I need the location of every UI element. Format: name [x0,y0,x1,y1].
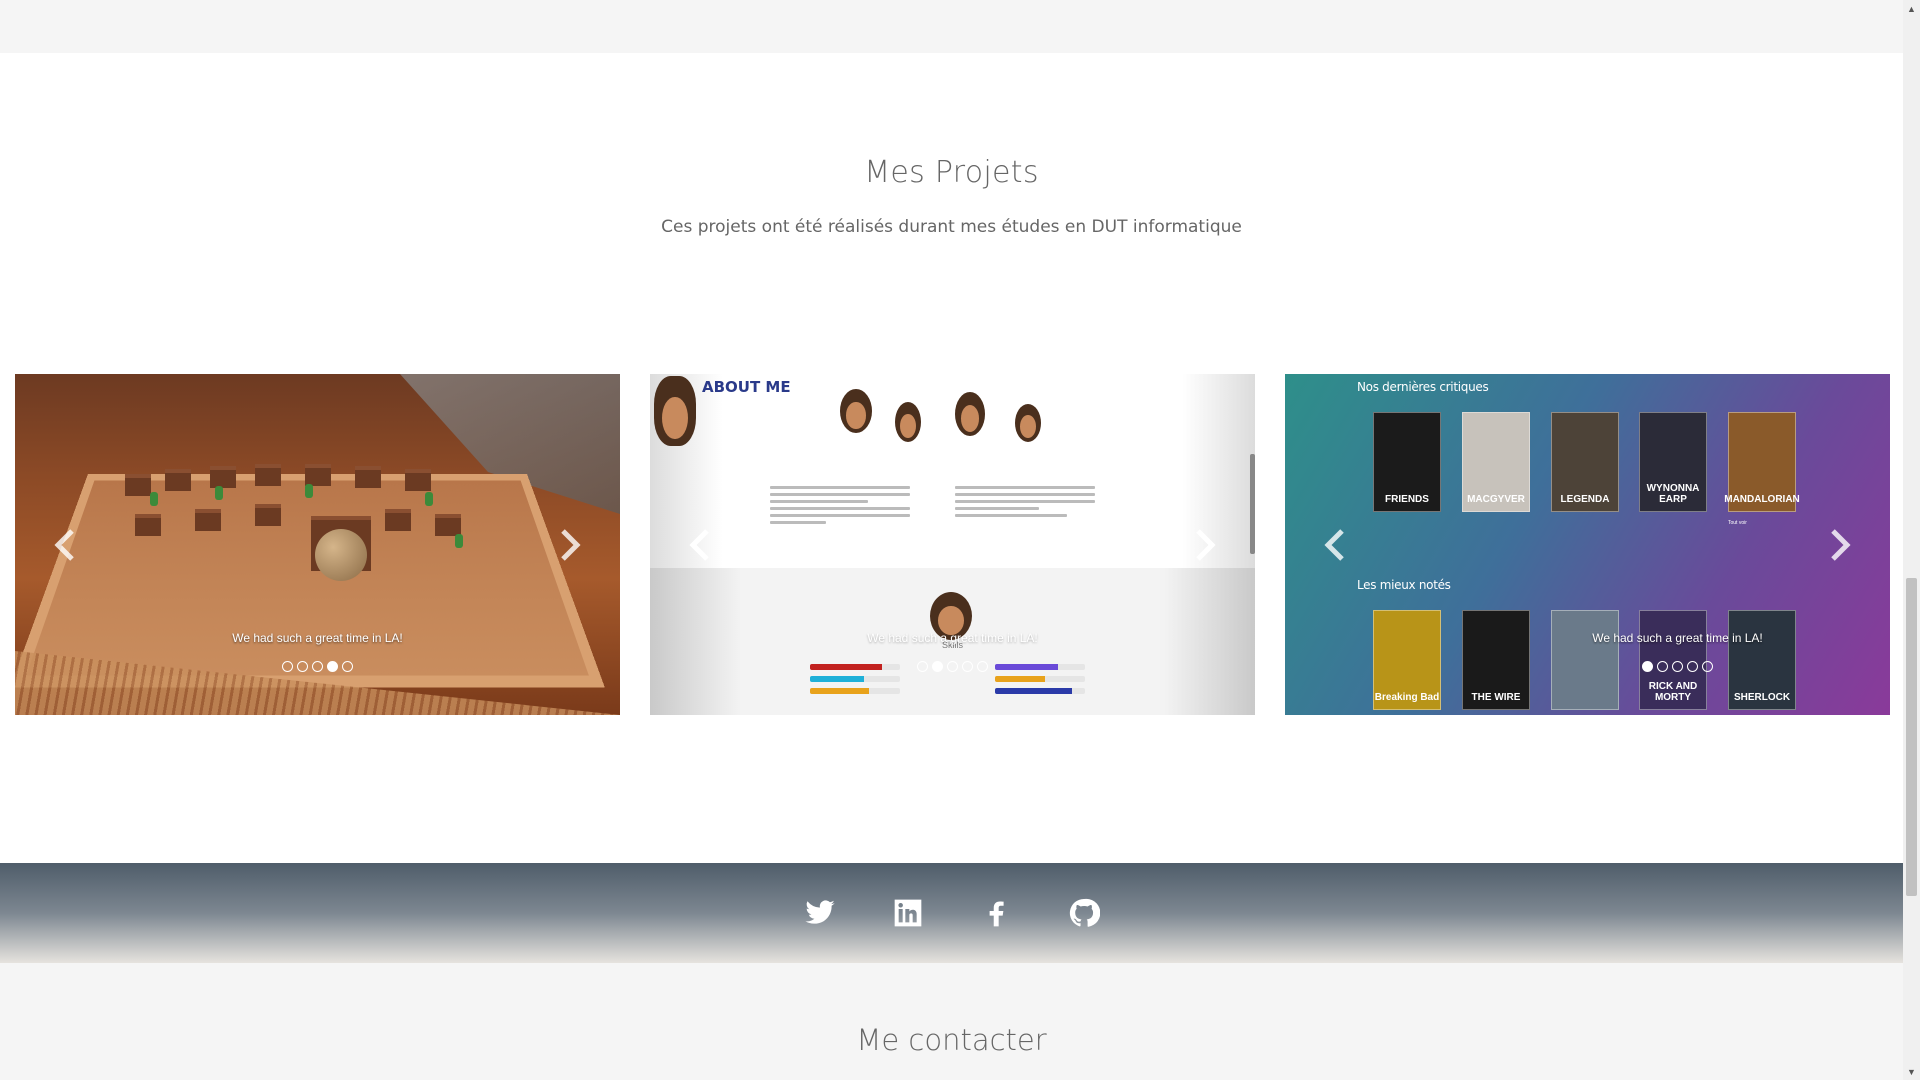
poster: THE WIRE [1462,610,1530,710]
page-scrollbar[interactable]: ▲ ▼ [1903,0,1920,1080]
projects-title: Mes Projets [864,155,1039,190]
poster [1551,610,1619,710]
preview-scrollbar [1250,454,1255,554]
carousel-indicator[interactable] [917,661,928,672]
carousel-indicator[interactable] [947,661,958,672]
poster: MANDALORIAN [1724,412,1800,512]
carousel-caption: We had such a great time in LA! [1592,631,1763,645]
poster: SHERLOCK [1728,610,1796,710]
social-links-bar [0,863,1903,963]
scroll-down-arrow-icon[interactable]: ▼ [1903,1063,1920,1080]
carousel-indicator[interactable] [297,661,308,672]
crate [135,514,161,536]
about-me-project-carousel[interactable]: ABOUT ME Skills We had such a great time… [650,374,1255,715]
crate [195,509,221,531]
carousel-indicator[interactable] [1702,661,1713,672]
cactus [150,492,158,506]
avatar [895,402,921,442]
chevron-right-icon [1831,528,1851,561]
cactus [305,484,313,498]
carousel-indicator-active[interactable] [327,661,338,672]
skill-bar [995,676,1085,682]
chevron-left-icon [54,528,74,561]
crate [305,464,331,486]
carousel-prev-button[interactable] [1315,515,1355,575]
carousel-next-button[interactable] [1820,515,1860,575]
top-band [0,0,1903,53]
skill-bar [810,676,900,682]
carousel-caption: We had such a great time in LA! [867,631,1038,645]
contact-section: Me contacter [0,963,1903,1080]
about-text-left [770,482,910,528]
github-link[interactable] [1064,893,1104,933]
carousel-prev-button[interactable] [680,515,720,575]
linkedin-link[interactable] [888,893,928,933]
carousel-next-button[interactable] [1185,515,1225,575]
movie-critics-project-carousel[interactable]: Nos dernières critiques FRIENDS MACGYVER… [1285,374,1890,715]
poster: WYNONNA EARP [1639,412,1707,512]
carousel-indicator[interactable] [1657,661,1668,672]
crate [210,466,236,488]
poster: LEGENDA [1551,412,1619,512]
cactus [425,492,433,506]
crate [165,469,191,491]
crate [355,466,381,488]
crate [255,464,281,486]
see-all-link[interactable]: Tout voir [1728,520,1747,526]
carousel-indicator[interactable] [342,661,353,672]
chevron-right-icon [561,528,581,561]
carousel-prev-button[interactable] [45,515,85,575]
avatar [1015,404,1041,442]
carousel-caption: We had such a great time in LA! [232,631,403,645]
carousel-indicators [15,661,620,672]
carousel-indicator-active[interactable] [1642,661,1653,672]
avatar [955,392,985,436]
scroll-up-arrow-icon[interactable]: ▲ [1903,0,1920,17]
crate [255,504,281,526]
carousel-indicator[interactable] [282,661,293,672]
crate [405,469,431,491]
crate [435,514,461,536]
chevron-right-icon [1196,528,1216,561]
poster: FRIENDS [1373,412,1441,512]
cactus [215,486,223,500]
chevron-left-icon [1324,528,1344,561]
carousel-indicator[interactable] [977,661,988,672]
carousel-indicator[interactable] [1672,661,1683,672]
contact-title: Me contacter [856,1023,1047,1057]
game-project-carousel[interactable]: We had such a great time in LA! [15,374,620,715]
crate [125,474,151,496]
carousel-indicators [650,661,1255,672]
crate [385,509,411,531]
github-icon [1069,898,1100,927]
poster: Breaking Bad [1373,610,1441,710]
latest-reviews-label: Nos dernières critiques [1357,380,1489,394]
carousel-indicators [1465,661,1890,672]
carousel-indicator[interactable] [1687,661,1698,672]
skill-bar [810,688,900,694]
poster: MACGYVER [1462,412,1530,512]
best-rated-label: Les mieux notés [1357,578,1451,592]
carousel-indicator-active[interactable] [932,661,943,672]
carousel-next-button[interactable] [550,515,590,575]
scrollbar-thumb[interactable] [1906,578,1917,896]
chevron-left-icon [689,528,709,561]
carousel-indicator[interactable] [962,661,973,672]
about-text-right [955,482,1095,521]
projects-subtitle: Ces projets ont été réalisés durant mes … [661,217,1242,237]
twitter-icon [804,900,835,924]
facebook-link[interactable] [976,893,1016,933]
facebook-icon [989,901,1004,927]
about-me-heading: ABOUT ME [702,378,791,396]
poster: RICK AND MORTY [1639,610,1707,710]
cactus [455,534,463,548]
avatar [654,376,696,446]
player-ball [315,529,367,581]
avatar [840,389,872,433]
carousel-indicator[interactable] [312,661,323,672]
linkedin-icon [894,899,921,927]
skill-bar [995,688,1085,694]
arena-floor [15,473,605,688]
twitter-link[interactable] [800,893,840,933]
